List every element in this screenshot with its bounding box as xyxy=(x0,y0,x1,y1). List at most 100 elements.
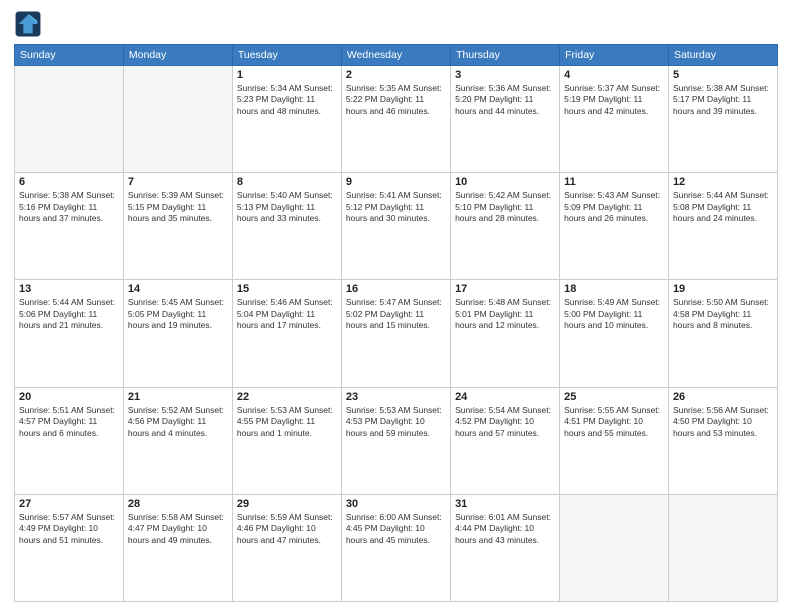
calendar-cell: 5Sunrise: 5:38 AM Sunset: 5:17 PM Daylig… xyxy=(668,66,777,173)
day-number: 22 xyxy=(237,391,337,403)
day-info: Sunrise: 5:44 AM Sunset: 5:08 PM Dayligh… xyxy=(673,190,773,224)
calendar-cell: 22 Sunrise: 5:53 AM Sunset: 4:55 PM Dayli… xyxy=(232,387,341,494)
calendar-cell: 11 Sunrise: 5:43 AM Sunset: 5:09 PM Dayli… xyxy=(560,173,669,280)
day-number: 17 xyxy=(455,283,555,295)
calendar-cell: 4 Sunrise: 5:37 AM Sunset: 5:19 PM Daylig… xyxy=(560,66,669,173)
calendar-cell: 29 Sunrise: 5:59 AM Sunset: 4:46 PM Dayli… xyxy=(232,494,341,601)
calendar-week-row: 13Sunrise: 5:44 AM Sunset: 5:06 PM Dayli… xyxy=(15,280,778,387)
day-info: Sunrise: 5:53 AM Sunset: 4:53 PM Dayligh… xyxy=(346,405,446,439)
day-number: 28 xyxy=(128,498,228,510)
calendar-cell: 14 Sunrise: 5:45 AM Sunset: 5:05 PM Dayli… xyxy=(123,280,232,387)
logo xyxy=(14,10,46,38)
day-number: 24 xyxy=(455,391,555,403)
calendar-cell: 8 Sunrise: 5:40 AM Sunset: 5:13 PM Daylig… xyxy=(232,173,341,280)
calendar-header-sunday: Sunday xyxy=(15,45,124,66)
day-number: 15 xyxy=(237,283,337,295)
day-number: 29 xyxy=(237,498,337,510)
calendar-cell: 3 Sunrise: 5:36 AM Sunset: 5:20 PM Daylig… xyxy=(451,66,560,173)
day-number: 27 xyxy=(19,498,119,510)
header xyxy=(14,10,778,38)
calendar-header-friday: Friday xyxy=(560,45,669,66)
day-info: Sunrise: 5:36 AM Sunset: 5:20 PM Dayligh… xyxy=(455,83,555,117)
day-info: Sunrise: 5:51 AM Sunset: 4:57 PM Dayligh… xyxy=(19,405,119,439)
calendar-cell: 28 Sunrise: 5:58 AM Sunset: 4:47 PM Dayli… xyxy=(123,494,232,601)
day-info: Sunrise: 5:53 AM Sunset: 4:55 PM Dayligh… xyxy=(237,405,337,439)
calendar-cell: 12 Sunrise: 5:44 AM Sunset: 5:08 PM Dayli… xyxy=(668,173,777,280)
day-info: Sunrise: 5:54 AM Sunset: 4:52 PM Dayligh… xyxy=(455,405,555,439)
calendar-week-row: 20 Sunrise: 5:51 AM Sunset: 4:57 PM Dayli… xyxy=(15,387,778,494)
day-number: 6 xyxy=(19,176,119,188)
day-number: 10 xyxy=(455,176,555,188)
day-number: 18 xyxy=(564,283,664,295)
calendar-cell: 24 Sunrise: 5:54 AM Sunset: 4:52 PM Dayli… xyxy=(451,387,560,494)
calendar-header-tuesday: Tuesday xyxy=(232,45,341,66)
day-number: 30 xyxy=(346,498,446,510)
logo-icon xyxy=(14,10,42,38)
calendar-header-row: SundayMondayTuesdayWednesdayThursdayFrid… xyxy=(15,45,778,66)
calendar-table: SundayMondayTuesdayWednesdayThursdayFrid… xyxy=(14,44,778,602)
calendar-cell: 19 Sunrise: 5:50 AM Sunset: 4:58 PM Dayli… xyxy=(668,280,777,387)
calendar-cell: 13Sunrise: 5:44 AM Sunset: 5:06 PM Dayli… xyxy=(15,280,124,387)
day-number: 4 xyxy=(564,69,664,81)
day-number: 19 xyxy=(673,283,773,295)
day-info: Sunrise: 5:47 AM Sunset: 5:02 PM Dayligh… xyxy=(346,297,446,331)
day-info: Sunrise: 5:57 AM Sunset: 4:49 PM Dayligh… xyxy=(19,512,119,546)
calendar-cell: 17 Sunrise: 5:48 AM Sunset: 5:01 PM Dayli… xyxy=(451,280,560,387)
day-info: Sunrise: 5:56 AM Sunset: 4:50 PM Dayligh… xyxy=(673,405,773,439)
calendar-header-wednesday: Wednesday xyxy=(341,45,450,66)
day-info: Sunrise: 5:55 AM Sunset: 4:51 PM Dayligh… xyxy=(564,405,664,439)
calendar-cell: 27 Sunrise: 5:57 AM Sunset: 4:49 PM Dayli… xyxy=(15,494,124,601)
calendar-cell: 1Sunrise: 5:34 AM Sunset: 5:23 PM Daylig… xyxy=(232,66,341,173)
day-info: Sunrise: 5:38 AM Sunset: 5:17 PM Dayligh… xyxy=(673,83,773,117)
day-info: Sunrise: 5:42 AM Sunset: 5:10 PM Dayligh… xyxy=(455,190,555,224)
calendar-cell: 25Sunrise: 5:55 AM Sunset: 4:51 PM Dayli… xyxy=(560,387,669,494)
day-number: 14 xyxy=(128,283,228,295)
day-info: Sunrise: 5:45 AM Sunset: 5:05 PM Dayligh… xyxy=(128,297,228,331)
day-info: Sunrise: 5:40 AM Sunset: 5:13 PM Dayligh… xyxy=(237,190,337,224)
calendar-cell: 20 Sunrise: 5:51 AM Sunset: 4:57 PM Dayli… xyxy=(15,387,124,494)
day-info: Sunrise: 5:48 AM Sunset: 5:01 PM Dayligh… xyxy=(455,297,555,331)
day-number: 3 xyxy=(455,69,555,81)
day-number: 23 xyxy=(346,391,446,403)
calendar-week-row: 27 Sunrise: 5:57 AM Sunset: 4:49 PM Dayli… xyxy=(15,494,778,601)
day-number: 26 xyxy=(673,391,773,403)
day-info: Sunrise: 5:41 AM Sunset: 5:12 PM Dayligh… xyxy=(346,190,446,224)
calendar-cell: 26 Sunrise: 5:56 AM Sunset: 4:50 PM Dayli… xyxy=(668,387,777,494)
day-number: 7 xyxy=(128,176,228,188)
calendar-cell: 9 Sunrise: 5:41 AM Sunset: 5:12 PM Daylig… xyxy=(341,173,450,280)
day-number: 16 xyxy=(346,283,446,295)
day-info: Sunrise: 6:00 AM Sunset: 4:45 PM Dayligh… xyxy=(346,512,446,546)
day-info: Sunrise: 5:49 AM Sunset: 5:00 PM Dayligh… xyxy=(564,297,664,331)
calendar-cell: 18 Sunrise: 5:49 AM Sunset: 5:00 PM Dayli… xyxy=(560,280,669,387)
day-info: Sunrise: 5:50 AM Sunset: 4:58 PM Dayligh… xyxy=(673,297,773,331)
page-container: SundayMondayTuesdayWednesdayThursdayFrid… xyxy=(0,0,792,612)
day-info: Sunrise: 6:01 AM Sunset: 4:44 PM Dayligh… xyxy=(455,512,555,546)
day-info: Sunrise: 5:34 AM Sunset: 5:23 PM Dayligh… xyxy=(237,83,337,117)
calendar-cell xyxy=(560,494,669,601)
calendar-cell: 21Sunrise: 5:52 AM Sunset: 4:56 PM Dayli… xyxy=(123,387,232,494)
day-info: Sunrise: 5:46 AM Sunset: 5:04 PM Dayligh… xyxy=(237,297,337,331)
day-info: Sunrise: 5:44 AM Sunset: 5:06 PM Dayligh… xyxy=(19,297,119,331)
calendar-cell: 10 Sunrise: 5:42 AM Sunset: 5:10 PM Dayli… xyxy=(451,173,560,280)
calendar-cell: 16 Sunrise: 5:47 AM Sunset: 5:02 PM Dayli… xyxy=(341,280,450,387)
calendar-header-thursday: Thursday xyxy=(451,45,560,66)
day-number: 11 xyxy=(564,176,664,188)
day-info: Sunrise: 5:38 AM Sunset: 5:16 PM Dayligh… xyxy=(19,190,119,224)
calendar-cell: 2Sunrise: 5:35 AM Sunset: 5:22 PM Daylig… xyxy=(341,66,450,173)
calendar-week-row: 6 Sunrise: 5:38 AM Sunset: 5:16 PM Daylig… xyxy=(15,173,778,280)
day-number: 8 xyxy=(237,176,337,188)
day-info: Sunrise: 5:37 AM Sunset: 5:19 PM Dayligh… xyxy=(564,83,664,117)
day-number: 9 xyxy=(346,176,446,188)
calendar-cell: 7Sunrise: 5:39 AM Sunset: 5:15 PM Daylig… xyxy=(123,173,232,280)
day-number: 21 xyxy=(128,391,228,403)
calendar-cell: 30 Sunrise: 6:00 AM Sunset: 4:45 PM Dayli… xyxy=(341,494,450,601)
day-info: Sunrise: 5:43 AM Sunset: 5:09 PM Dayligh… xyxy=(564,190,664,224)
day-number: 20 xyxy=(19,391,119,403)
day-info: Sunrise: 5:59 AM Sunset: 4:46 PM Dayligh… xyxy=(237,512,337,546)
calendar-cell xyxy=(15,66,124,173)
day-number: 12 xyxy=(673,176,773,188)
day-number: 31 xyxy=(455,498,555,510)
calendar-week-row: 1Sunrise: 5:34 AM Sunset: 5:23 PM Daylig… xyxy=(15,66,778,173)
calendar-cell xyxy=(123,66,232,173)
day-info: Sunrise: 5:58 AM Sunset: 4:47 PM Dayligh… xyxy=(128,512,228,546)
